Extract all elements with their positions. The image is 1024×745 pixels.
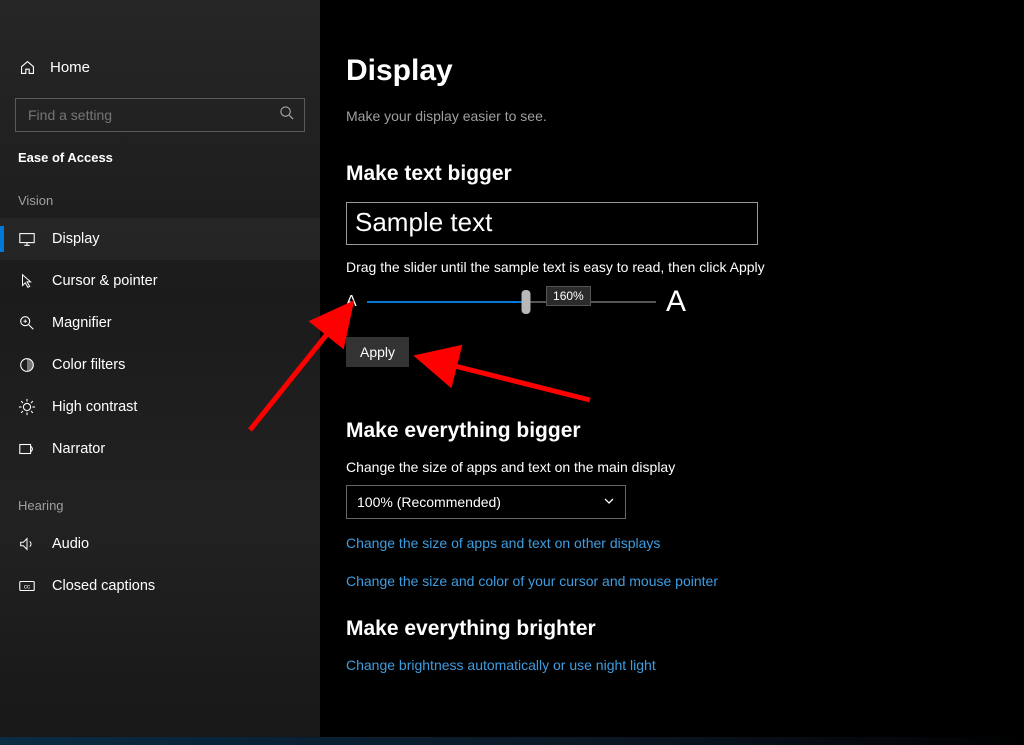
page-title: Display xyxy=(346,54,1024,88)
slider-track xyxy=(367,301,656,303)
sidebar-item-audio[interactable]: Audio xyxy=(0,523,320,565)
highcontrast-icon xyxy=(18,398,36,416)
scale-description: Change the size of apps and text on the … xyxy=(346,459,1024,475)
page-subtitle: Make your display easier to see. xyxy=(346,108,1024,124)
text-size-slider[interactable]: 160% xyxy=(367,290,656,314)
link-other-displays[interactable]: Change the size of apps and text on othe… xyxy=(346,535,1024,551)
slider-caption: Drag the slider until the sample text is… xyxy=(346,259,1024,275)
search-input[interactable] xyxy=(26,106,279,124)
sidebar-item-label: Audio xyxy=(52,536,89,552)
sidebar-item-label: Closed captions xyxy=(52,578,155,594)
slider-value-tooltip: 160% xyxy=(546,286,591,306)
sidebar-item-label: High contrast xyxy=(52,399,137,415)
home-nav[interactable]: Home xyxy=(0,48,320,86)
slider-min-label: A xyxy=(346,293,357,311)
slider-track-fill xyxy=(367,301,526,303)
cc-icon: cc xyxy=(18,577,36,595)
main-content: Display Make your display easier to see.… xyxy=(320,0,1024,745)
slider-thumb[interactable] xyxy=(521,290,530,314)
section-make-everything-bigger: Make everything bigger xyxy=(346,419,1024,443)
group-vision-label: Vision xyxy=(0,193,320,208)
sample-text-preview: Sample text xyxy=(346,202,758,245)
sidebar-item-closedcaptions[interactable]: cc Closed captions xyxy=(0,565,320,607)
link-brightness[interactable]: Change brightness automatically or use n… xyxy=(346,657,1024,673)
text-size-slider-row: A 160% A xyxy=(346,285,686,319)
scale-dropdown[interactable]: 100% (Recommended) xyxy=(346,485,626,519)
sidebar-item-narrator[interactable]: Narrator xyxy=(0,428,320,470)
group-hearing-label: Hearing xyxy=(0,498,320,513)
audio-icon xyxy=(18,535,36,553)
home-icon xyxy=(18,58,36,76)
breadcrumb: Ease of Access xyxy=(0,150,320,165)
sidebar-item-label: Display xyxy=(52,231,100,247)
link-cursor-settings[interactable]: Change the size and color of your cursor… xyxy=(346,573,1024,589)
taskbar-sliver xyxy=(0,737,1024,745)
sidebar-item-label: Magnifier xyxy=(52,315,112,331)
cursor-icon xyxy=(18,272,36,290)
sidebar-item-label: Narrator xyxy=(52,441,105,457)
home-label: Home xyxy=(50,59,90,76)
colorfilters-icon xyxy=(18,356,36,374)
sidebar: Home Ease of Access Vision Display Curso… xyxy=(0,0,320,745)
section-make-everything-brighter: Make everything brighter xyxy=(346,617,1024,641)
sidebar-item-colorfilters[interactable]: Color filters xyxy=(0,344,320,386)
search-box[interactable] xyxy=(15,98,305,132)
display-icon xyxy=(18,230,36,248)
slider-max-label: A xyxy=(666,285,686,319)
sidebar-item-label: Cursor & pointer xyxy=(52,273,158,289)
chevron-down-icon xyxy=(603,494,615,510)
sidebar-item-cursor[interactable]: Cursor & pointer xyxy=(0,260,320,302)
sidebar-item-highcontrast[interactable]: High contrast xyxy=(0,386,320,428)
sidebar-item-label: Color filters xyxy=(52,357,125,373)
scale-selected-value: 100% (Recommended) xyxy=(357,494,501,510)
narrator-icon xyxy=(18,440,36,458)
apply-button[interactable]: Apply xyxy=(346,337,409,367)
sidebar-item-display[interactable]: Display xyxy=(0,218,320,260)
magnifier-icon xyxy=(18,314,36,332)
svg-text:cc: cc xyxy=(24,584,30,591)
search-icon xyxy=(279,105,294,125)
sidebar-item-magnifier[interactable]: Magnifier xyxy=(0,302,320,344)
section-make-text-bigger: Make text bigger xyxy=(346,162,1024,186)
